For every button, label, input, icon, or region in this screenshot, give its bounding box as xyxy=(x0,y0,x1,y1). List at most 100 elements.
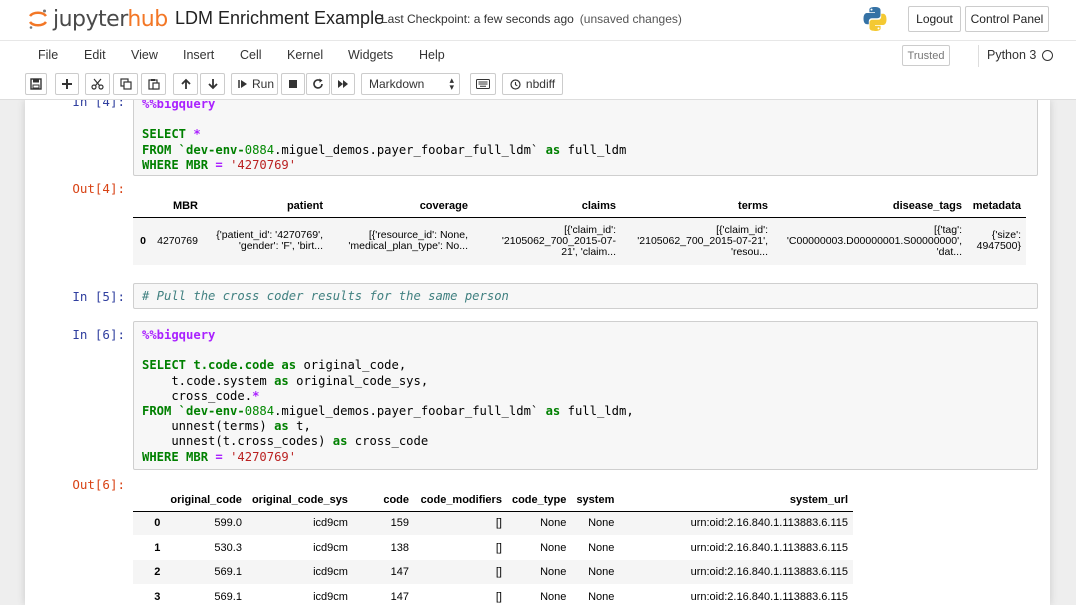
column-header: coverage xyxy=(419,199,468,212)
header: jupyterhub LDM Enrichment Example Last C… xyxy=(0,0,1076,40)
cell-system-url: urn:oid:2.16.840.1.113883.6.115 xyxy=(690,590,848,603)
cell-code: 138 xyxy=(390,541,410,554)
cell-code: 159 xyxy=(390,517,410,530)
code-line: SELECT t.code.code as original_code, xyxy=(142,358,407,373)
restart-icon xyxy=(313,78,323,89)
nbdiff-button[interactable]: nbdiff xyxy=(502,73,563,95)
code-line: unnest(t.cross_codes) as cross_code xyxy=(142,434,429,449)
cell-code-modifiers: [] xyxy=(495,541,502,554)
menu-insert[interactable]: Insert xyxy=(183,48,214,62)
cell-type-select[interactable]: Markdown ▴ ▾ xyxy=(361,73,460,95)
cell-disease-tags: [{'tag': 'C00000003.D00000001.S00000000',… xyxy=(786,223,962,258)
cell-4-input-prompt: In [4]: xyxy=(72,100,125,109)
cell-original-code: 569.1 xyxy=(214,590,242,603)
code-line: %%bigquery xyxy=(142,100,216,111)
last-checkpoint-text: Last Checkpoint: a few seconds ago xyxy=(381,12,574,26)
cell-6-code: %%bigquery SELECT t.code.code as origina… xyxy=(134,322,1037,465)
restart-run-all-button[interactable] xyxy=(331,73,355,95)
cell-5-input-prompt: In [5]: xyxy=(72,289,125,304)
column-header: patient xyxy=(286,199,323,212)
stop-icon xyxy=(289,80,297,88)
cell-system-url: urn:oid:2.16.840.1.113883.6.115 xyxy=(690,566,848,578)
menu-view[interactable]: View xyxy=(131,48,158,62)
column-header: claims xyxy=(581,199,616,212)
table-header-row: MBR patient coverage claims terms diseas… xyxy=(133,195,1026,217)
row-index: 0 xyxy=(154,517,161,530)
cut-button[interactable] xyxy=(85,73,110,95)
menu-edit[interactable]: Edit xyxy=(84,48,106,62)
cell-code-type: None xyxy=(540,517,567,530)
cell-4-code: %%bigquery SELECT * FROM `dev-env-0884.mi… xyxy=(134,100,1037,173)
cell-6-input[interactable]: %%bigquery SELECT t.code.code as origina… xyxy=(133,321,1038,470)
column-header: original_code_sys xyxy=(251,493,348,506)
column-header: original_code xyxy=(170,493,242,506)
cell-terms: [{'claim_id': '2105062_700_2015-07-21','r… xyxy=(637,223,768,258)
cell-code: 147 xyxy=(390,590,410,603)
control-panel-button[interactable]: Control Panel xyxy=(965,6,1049,32)
cell-patient: {'patient_id': '4270769','gender': 'F', … xyxy=(216,229,323,253)
cell-code-modifiers: [] xyxy=(495,517,502,530)
save-icon xyxy=(30,78,42,90)
column-header xyxy=(133,195,151,217)
code-line: unnest(terms) as t, xyxy=(142,419,311,434)
cell-original-code-sys: icd9cm xyxy=(313,517,348,530)
code-line: WHERE MBR = '4270769' xyxy=(142,157,297,172)
table-row: 3 569.1 icd9cm 147 [] None None urn:oid:… xyxy=(133,584,853,605)
cell-original-code-sys: icd9cm xyxy=(313,566,348,578)
table-row: 1 530.3 icd9cm 138 [] None None urn:oid:… xyxy=(133,535,853,560)
arrow-down-icon xyxy=(207,79,218,90)
logout-button[interactable]: Logout xyxy=(908,6,961,32)
menu-kernel[interactable]: Kernel xyxy=(287,48,323,62)
save-button[interactable] xyxy=(25,73,47,95)
column-header: metadata xyxy=(972,199,1021,212)
cell-original-code-sys: icd9cm xyxy=(313,541,348,554)
interrupt-button[interactable] xyxy=(281,73,305,95)
move-up-button[interactable] xyxy=(173,73,198,95)
cell-6-output-prompt: Out[6]: xyxy=(72,477,125,492)
row-index: 3 xyxy=(154,590,161,603)
cell-4-input[interactable]: %%bigquery SELECT * FROM `dev-env-0884.mi… xyxy=(133,100,1038,176)
run-label: Run xyxy=(252,77,275,91)
cell-5-code: # Pull the cross coder results for the s… xyxy=(142,289,509,303)
trusted-indicator[interactable]: Trusted xyxy=(902,45,950,66)
menubar: File Edit View Insert Cell Kernel Widget… xyxy=(0,40,1076,70)
jupyter-app: jupyterhub LDM Enrichment Example Last C… xyxy=(0,0,1076,605)
fast-forward-icon xyxy=(338,80,348,88)
notebook-container[interactable]: In [4]: %%bigquery SELECT * FROM `dev-env… xyxy=(0,100,1076,605)
code-line: t.code.system as original_code_sys, xyxy=(142,373,429,388)
menu-file[interactable]: File xyxy=(38,48,58,62)
paste-icon xyxy=(147,79,160,90)
run-button[interactable]: Run xyxy=(231,73,278,95)
code-line: FROM `dev-env-0884.miguel_demos.payer_fo… xyxy=(142,404,634,419)
move-down-button[interactable] xyxy=(200,73,225,95)
cell-system: None xyxy=(588,541,615,554)
cell-system: None xyxy=(588,566,615,578)
cell-5-input[interactable]: # Pull the cross coder results for the s… xyxy=(133,283,1038,309)
select-arrows-icon: ▴ ▾ xyxy=(449,75,454,92)
logo-text-hub: hub xyxy=(127,6,168,32)
code-line: cross_code.* xyxy=(142,388,260,403)
code-line: SELECT * xyxy=(142,127,201,142)
paste-button[interactable] xyxy=(141,73,166,95)
menu-help[interactable]: Help xyxy=(419,48,445,62)
logo-text-jupyter: jupyter xyxy=(53,6,128,32)
cell-6-input-prompt: In [6]: xyxy=(72,327,125,342)
notebook-page: In [4]: %%bigquery SELECT * FROM `dev-env… xyxy=(25,100,1050,605)
step-forward-icon xyxy=(238,80,247,88)
cell-6-dataframe: original_code original_code_sys code cod… xyxy=(133,489,853,605)
copy-button[interactable] xyxy=(113,73,138,95)
menu-cell[interactable]: Cell xyxy=(240,48,262,62)
code-line: %%bigquery xyxy=(142,328,216,342)
notebook-title[interactable]: LDM Enrichment Example xyxy=(175,8,384,29)
checkpoint-status: Last Checkpoint: a few seconds ago (unsav… xyxy=(381,12,682,26)
insert-cell-button[interactable] xyxy=(55,73,79,95)
jupyterhub-logo[interactable]: jupyterhub xyxy=(27,6,168,32)
nbdiff-label: nbdiff xyxy=(525,77,556,91)
kernel-name[interactable]: Python 3 xyxy=(987,48,1036,62)
cell-code: 147 xyxy=(390,566,410,578)
kernel-idle-icon xyxy=(1042,50,1053,61)
restart-button[interactable] xyxy=(306,73,330,95)
command-palette-button[interactable] xyxy=(470,73,496,95)
menubar-divider xyxy=(978,45,979,67)
menu-widgets[interactable]: Widgets xyxy=(348,48,393,62)
